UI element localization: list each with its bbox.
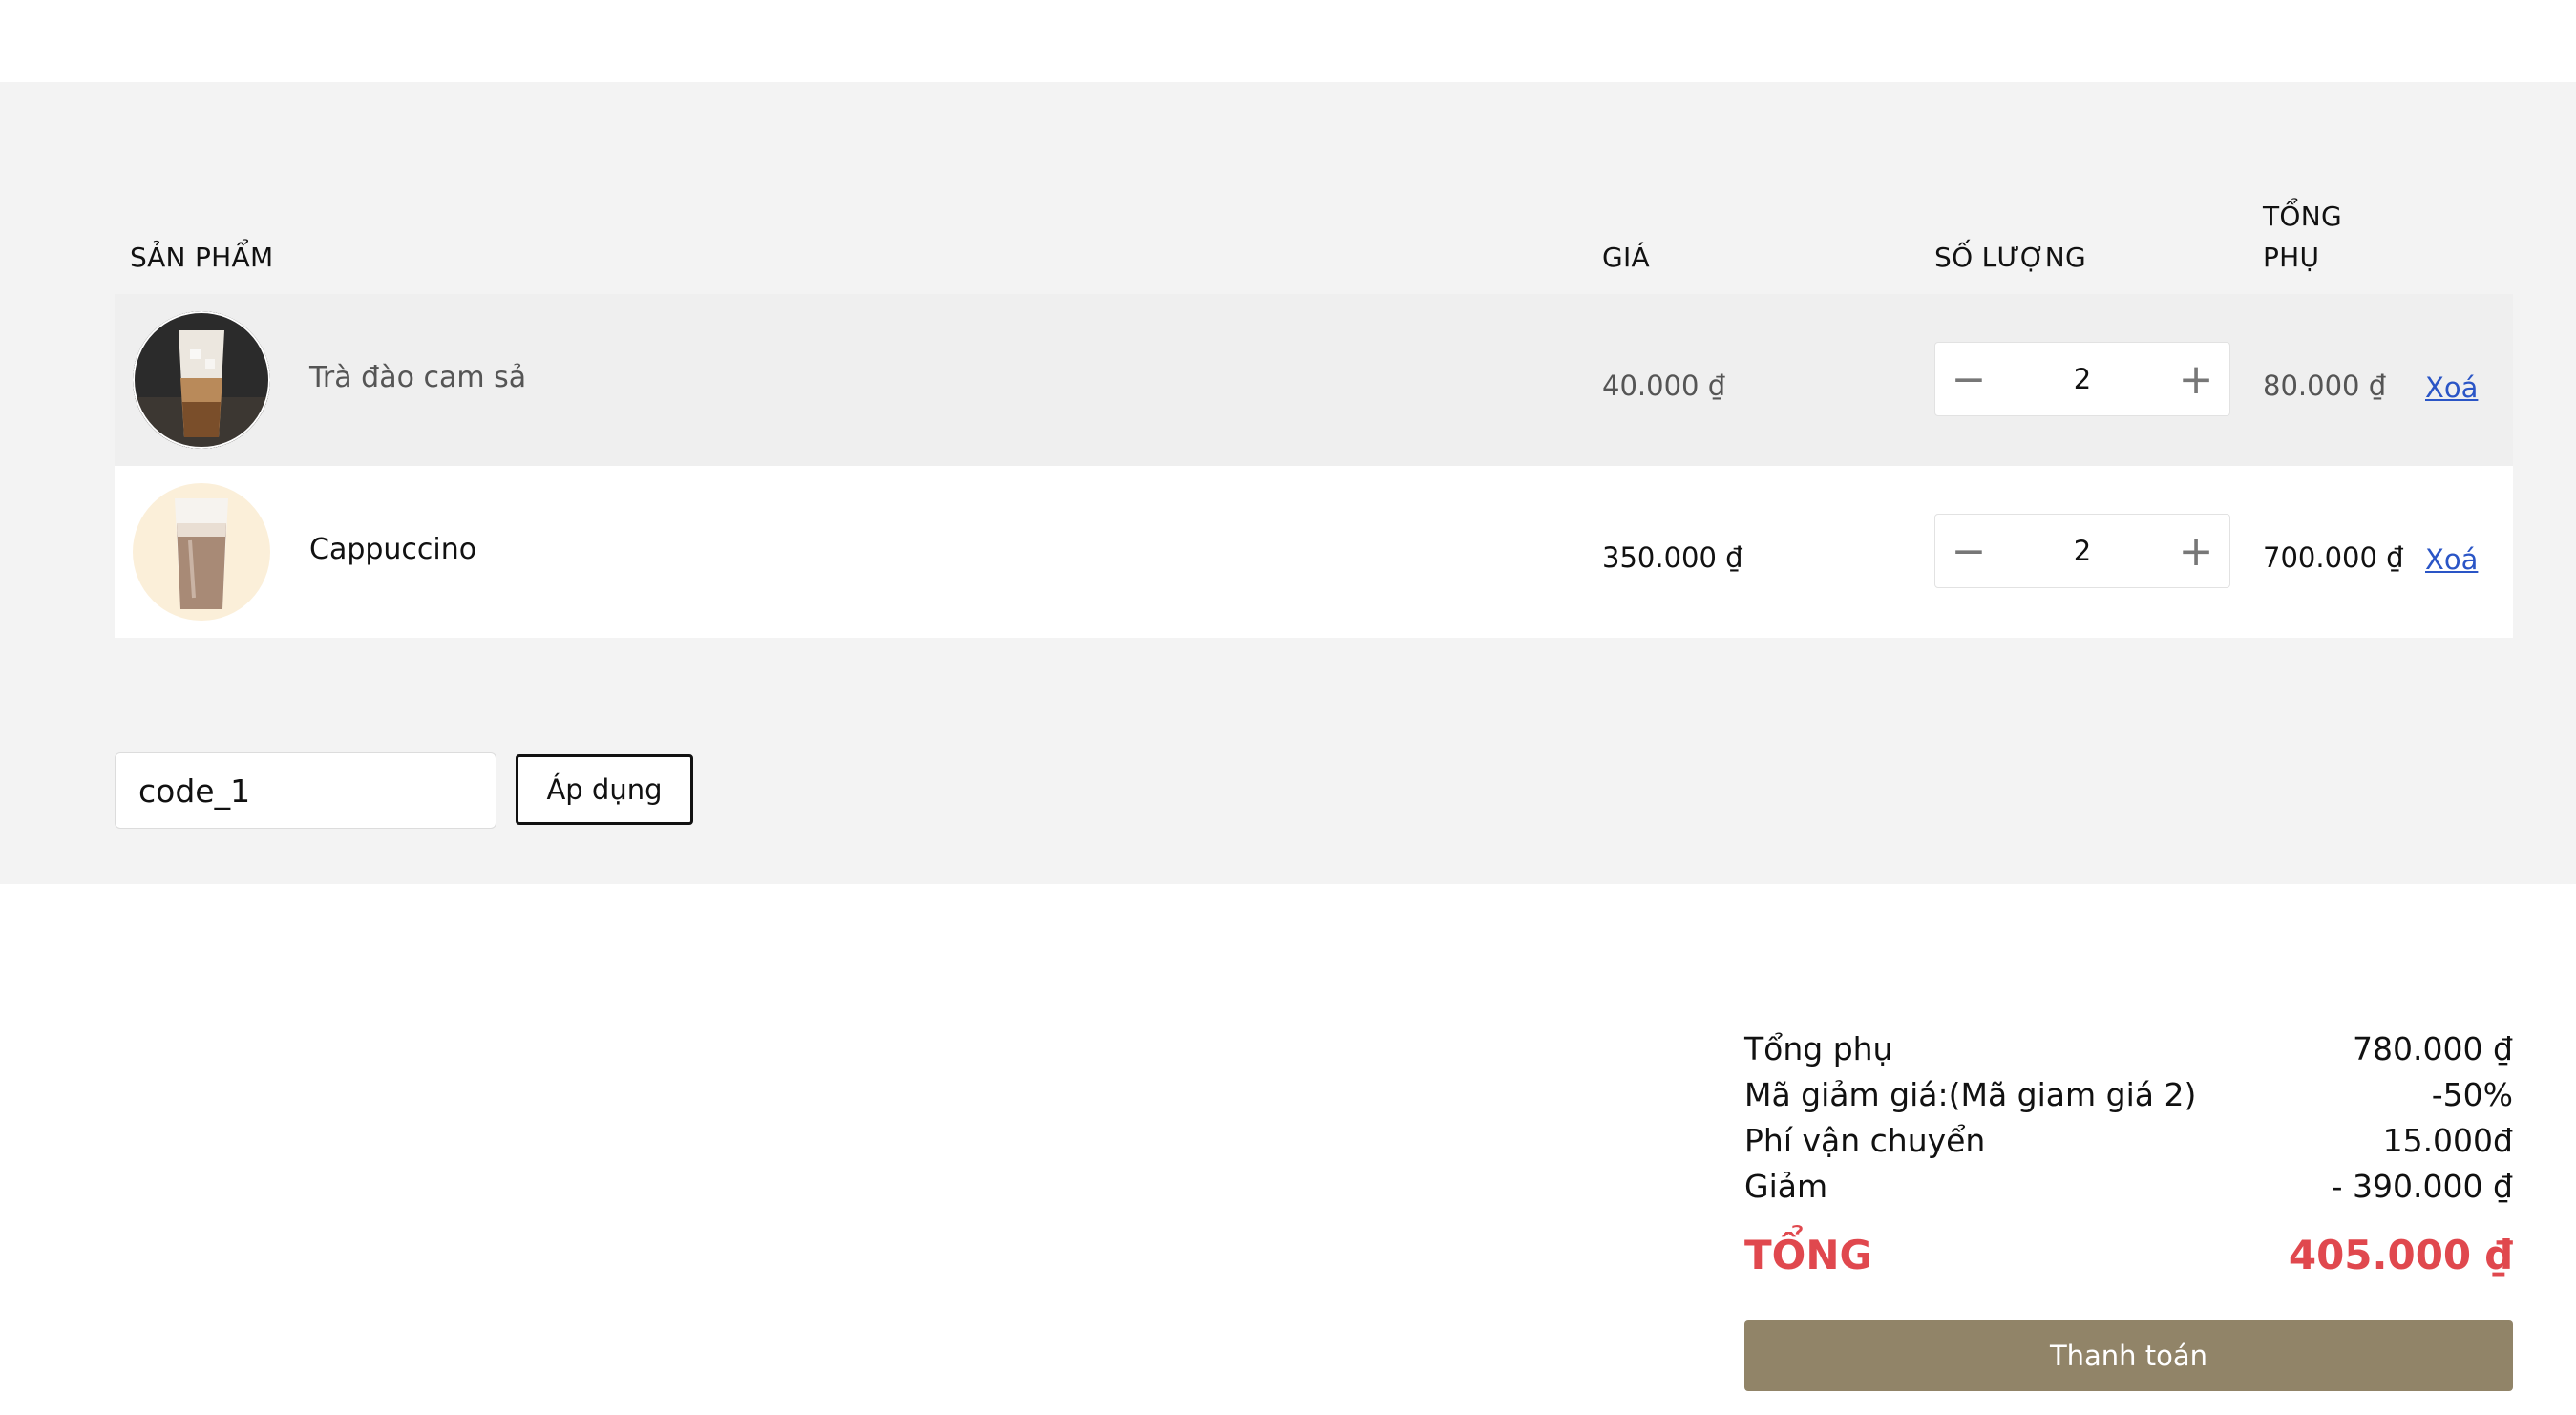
summary-discount-code-value: -50% [2431,1076,2513,1113]
header-subtotal-line1: TỔNG [2263,201,2342,232]
increase-quantity-button[interactable]: + [2163,343,2229,415]
product-image [133,483,270,621]
quantity-stepper[interactable]: − 2 + [1934,342,2230,416]
header-price: GIÁ [1602,242,1651,273]
cart-row: Trà đào cam sả 40.000 ₫ − 2 + 80.000 ₫ X… [115,294,2513,466]
product-price: 40.000 ₫ [1602,370,1726,402]
summary-subtotal-label: Tổng phụ [1744,1030,1893,1067]
checkout-button[interactable]: Thanh toán [1744,1320,2513,1391]
product-image [133,311,270,449]
summary-reduction-label: Giảm [1744,1168,1828,1205]
summary-shipping-label: Phí vận chuyển [1744,1122,1986,1159]
summary-reduction-row: Giảm - 390.000 ₫ [1744,1164,2513,1210]
summary-subtotal-value: 780.000 ₫ [2353,1030,2513,1067]
header-subtotal: TỔNG PHỤ [2263,196,2342,278]
product-subtotal: 80.000 ₫ [2263,370,2387,402]
summary-discount-code-label: Mã giảm giá:(Mã giam giá 2) [1744,1076,2197,1113]
summary-total-row: TỔNG 405.000 ₫ [1744,1227,2513,1284]
summary-discount-code-row: Mã giảm giá:(Mã giam giá 2) -50% [1744,1072,2513,1118]
cart-row: Cappuccino 350.000 ₫ − 2 + 700.000 ₫ Xoá [115,466,2513,638]
product-subtotal: 700.000 ₫ [2263,541,2404,574]
header-subtotal-line2: PHỤ [2263,242,2320,273]
summary-shipping-value: 15.000đ [2382,1122,2513,1159]
summary-total-label: TỔNG [1744,1232,1872,1278]
order-summary: Tổng phụ 780.000 ₫ Mã giảm giá:(Mã giam … [1744,1026,2513,1284]
coupon-code-input[interactable] [115,752,496,829]
quantity-value[interactable]: 2 [2002,515,2163,587]
header-quantity: SỐ LƯỢNG [1934,242,2086,273]
apply-coupon-button[interactable]: Áp dụng [516,754,693,825]
quantity-value[interactable]: 2 [2002,343,2163,415]
header-product: SẢN PHẨM [130,242,274,273]
remove-item-link[interactable]: Xoá [2425,540,2478,579]
cart-section: SẢN PHẨM GIÁ SỐ LƯỢNG TỔNG PHỤ Trà đào c… [0,82,2576,884]
product-name[interactable]: Trà đào cam sả [309,359,526,397]
quantity-stepper[interactable]: − 2 + [1934,514,2230,588]
product-price: 350.000 ₫ [1602,541,1743,574]
summary-reduction-value: - 390.000 ₫ [2331,1168,2513,1205]
summary-subtotal-row: Tổng phụ 780.000 ₫ [1744,1026,2513,1072]
summary-shipping-row: Phí vận chuyển 15.000đ [1744,1118,2513,1164]
remove-item-link[interactable]: Xoá [2425,369,2478,407]
decrease-quantity-button[interactable]: − [1935,343,2002,415]
decrease-quantity-button[interactable]: − [1935,515,2002,587]
cart-page: SẢN PHẨM GIÁ SỐ LƯỢNG TỔNG PHỤ Trà đào c… [0,0,2576,1415]
summary-total-value: 405.000 ₫ [2288,1232,2513,1278]
increase-quantity-button[interactable]: + [2163,515,2229,587]
product-name[interactable]: Cappuccino [309,531,476,569]
